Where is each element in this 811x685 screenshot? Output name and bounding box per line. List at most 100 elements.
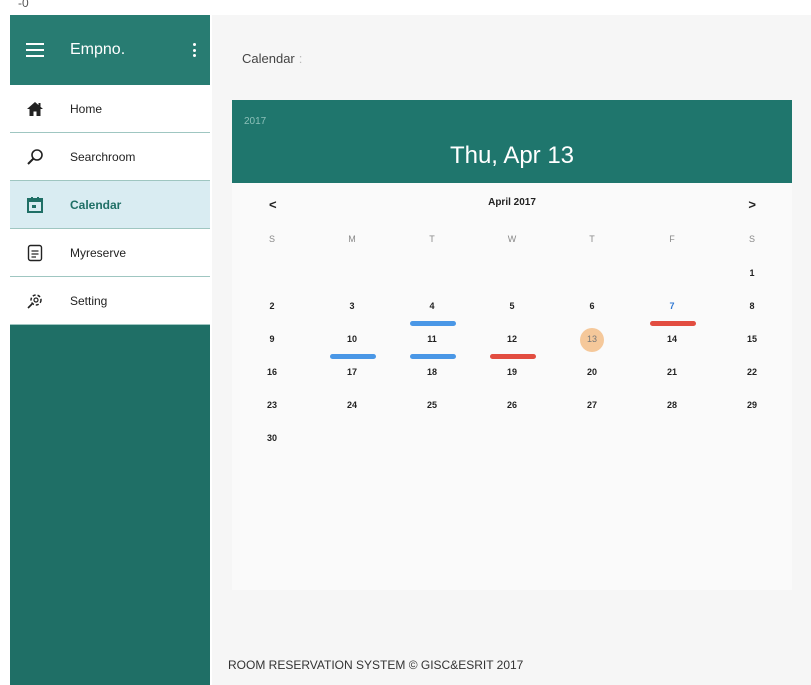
- day-cell[interactable]: 19: [472, 356, 552, 389]
- day-cell[interactable]: 27: [552, 389, 632, 422]
- day-number: 2: [269, 301, 275, 311]
- empty-day-cell: [472, 257, 552, 290]
- day-cell[interactable]: 18: [392, 356, 472, 389]
- day-cell[interactable]: 7: [632, 290, 712, 326]
- sidebar-title: Empno.: [70, 41, 126, 58]
- day-cell[interactable]: 15: [712, 323, 792, 356]
- day-cell[interactable]: 4: [392, 290, 472, 326]
- day-cell[interactable]: 13: [552, 323, 632, 356]
- event-bar-blue[interactable]: [410, 354, 456, 359]
- day-cell[interactable]: 16: [232, 356, 312, 389]
- sidebar-item-label: Home: [70, 101, 103, 116]
- empty-day-cell: [472, 422, 552, 455]
- sidebar-item-setting[interactable]: Setting: [10, 277, 210, 325]
- day-number: 5: [509, 301, 515, 311]
- gear-icon: [26, 292, 44, 310]
- day-cell[interactable]: 21: [632, 356, 712, 389]
- empty-day-cell: [632, 422, 712, 455]
- day-cell[interactable]: 14: [632, 323, 712, 356]
- weekday-label: T: [429, 234, 435, 244]
- sidebar-nav: Home Searchroom Calendar Myreserve Setti…: [10, 85, 210, 325]
- weekday-label: W: [507, 234, 517, 244]
- day-number: 28: [666, 400, 677, 410]
- menu-icon[interactable]: [26, 43, 44, 57]
- day-cell[interactable]: 12: [472, 323, 552, 359]
- day-cell[interactable]: 26: [472, 389, 552, 422]
- calendar-month-nav: < April 2017 >: [232, 183, 792, 221]
- day-number: 17: [346, 367, 357, 377]
- empty-day-cell: [392, 422, 472, 455]
- day-cell[interactable]: 6: [552, 290, 632, 323]
- month-label: April 2017: [488, 197, 536, 208]
- event-bar-blue[interactable]: [330, 354, 376, 359]
- empty-day-cell: [632, 257, 712, 290]
- day-cell[interactable]: 17: [312, 356, 392, 389]
- day-cell[interactable]: 3: [312, 290, 392, 323]
- day-number: 27: [586, 400, 597, 410]
- sidebar-item-label: Setting: [70, 293, 108, 308]
- day-number: 10: [346, 334, 357, 344]
- event-bar-red[interactable]: [490, 354, 536, 359]
- day-number: 16: [266, 367, 277, 377]
- day-cell[interactable]: 22: [712, 356, 792, 389]
- calendar-week: 1: [232, 257, 792, 290]
- sidebar-item-searchroom[interactable]: Searchroom: [10, 133, 210, 181]
- breadcrumb-separator: :: [298, 51, 303, 66]
- day-cell[interactable]: 30: [232, 422, 312, 455]
- day-cell[interactable]: 20: [552, 356, 632, 389]
- day-cell[interactable]: 28: [632, 389, 712, 422]
- day-number: 20: [586, 367, 597, 377]
- calendar-week: 30: [232, 422, 792, 455]
- day-cell[interactable]: 24: [312, 389, 392, 422]
- breadcrumb: Calendar:: [242, 51, 302, 66]
- document-icon: [26, 244, 44, 262]
- calendar-year[interactable]: 2017: [244, 116, 266, 127]
- search-icon: [26, 148, 44, 166]
- day-number: 3: [349, 301, 355, 311]
- sidebar-item-myreserve[interactable]: Myreserve: [10, 229, 210, 277]
- day-number: 13: [586, 334, 597, 344]
- event-bar-blue[interactable]: [410, 321, 456, 326]
- day-cell[interactable]: 11: [392, 323, 472, 359]
- day-number: 11: [427, 334, 437, 344]
- calendar: 2017 Thu, Apr 13 < April 2017 > S M T W …: [232, 100, 792, 590]
- day-number: 24: [346, 400, 357, 410]
- day-cell[interactable]: 5: [472, 290, 552, 323]
- empty-day-cell: [312, 422, 392, 455]
- sidebar-item-calendar[interactable]: Calendar: [10, 181, 210, 229]
- day-number: 8: [749, 301, 755, 311]
- day-number: 22: [746, 367, 757, 377]
- day-cell[interactable]: 9: [232, 323, 312, 356]
- day-cell[interactable]: 2: [232, 290, 312, 323]
- empty-day-cell: [232, 257, 312, 290]
- day-cell[interactable]: 1: [712, 257, 792, 290]
- sidebar-header: Empno.: [10, 15, 210, 85]
- day-cell[interactable]: 29: [712, 389, 792, 422]
- empty-day-cell: [552, 422, 632, 455]
- more-options-icon[interactable]: [193, 43, 196, 57]
- next-month-button[interactable]: >: [748, 197, 756, 212]
- calendar-header: 2017 Thu, Apr 13: [232, 100, 792, 183]
- calendar-icon: [26, 196, 44, 214]
- empty-day-cell: [312, 257, 392, 290]
- day-number: 6: [589, 301, 595, 311]
- day-number: 30: [266, 433, 277, 443]
- day-number: 4: [429, 301, 435, 311]
- day-number: 25: [426, 400, 437, 410]
- day-number: 7: [669, 301, 675, 311]
- day-cell[interactable]: 8: [712, 290, 792, 323]
- day-cell[interactable]: 25: [392, 389, 472, 422]
- empty-day-cell: [392, 257, 472, 290]
- event-bar-red[interactable]: [650, 321, 696, 326]
- weekday-label: M: [348, 234, 356, 244]
- sidebar-item-home[interactable]: Home: [10, 85, 210, 133]
- empty-day-cell: [712, 422, 792, 455]
- main-content: Calendar: 2017 Thu, Apr 13 < April 2017 …: [212, 15, 811, 685]
- corner-mark: -0: [18, 0, 29, 10]
- day-cell[interactable]: 23: [232, 389, 312, 422]
- weekday-label: S: [268, 234, 275, 244]
- day-cell[interactable]: 10: [312, 323, 392, 359]
- sidebar-item-label: Calendar: [70, 197, 122, 212]
- calendar-week: 16 17 18 19 20 21 22: [232, 356, 792, 389]
- day-number: 23: [266, 400, 277, 410]
